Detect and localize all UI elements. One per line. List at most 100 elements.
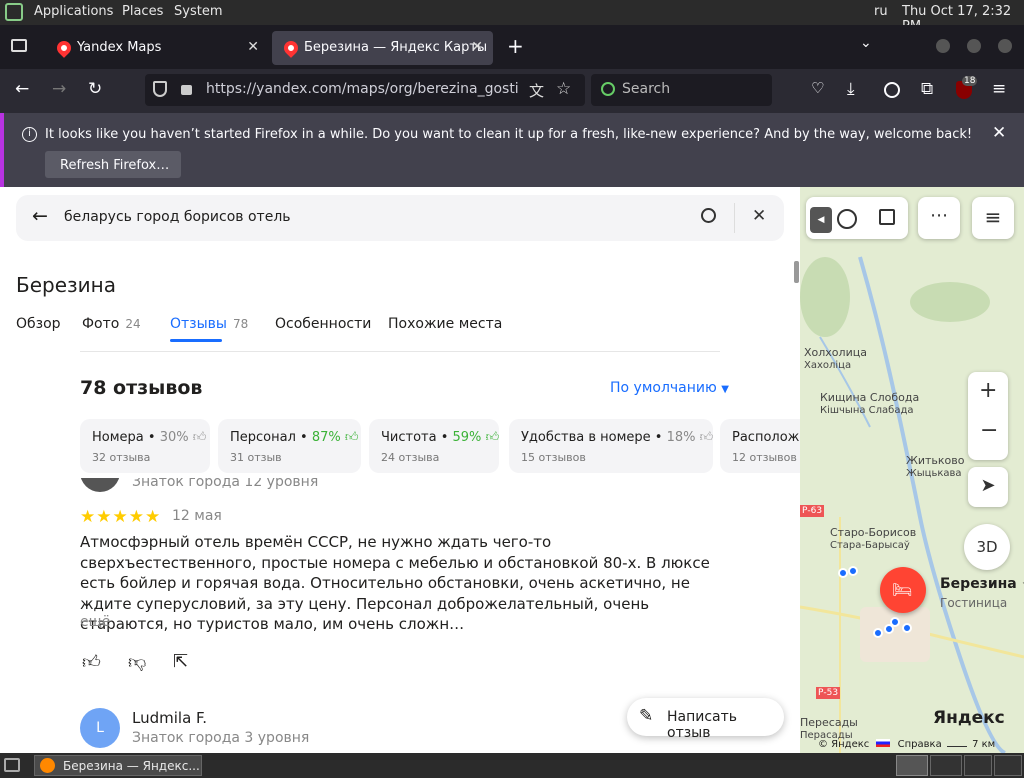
search-query-input[interactable]: беларусь город борисов отель: [64, 209, 291, 225]
forward-arrow-icon[interactable]: →: [52, 79, 66, 99]
tab-similar-places[interactable]: Похожие места: [388, 316, 502, 332]
tab-reviews[interactable]: Отзывы 78: [170, 316, 248, 332]
tab-close-icon[interactable]: ✕: [247, 39, 259, 55]
help-link[interactable]: Справка: [898, 739, 942, 750]
new-tab-icon[interactable]: +: [507, 34, 524, 58]
search-bar[interactable]: Search: [591, 74, 772, 106]
aspect-count: 12 отзывов: [732, 451, 797, 464]
workspace-switcher[interactable]: [930, 755, 962, 776]
apps-icon[interactable]: [5, 3, 23, 21]
review-date: 12 мая: [172, 508, 222, 524]
menu-places[interactable]: Places: [122, 4, 163, 19]
aspect-name: Номера: [92, 430, 144, 445]
sort-dropdown[interactable]: По умолчанию ▼: [610, 380, 729, 396]
scrollbar[interactable]: [794, 261, 799, 283]
clear-search-icon[interactable]: ✕: [752, 206, 766, 226]
review-author-level: Знаток города 12 уровня: [132, 478, 319, 490]
tab-close-icon[interactable]: ✕: [471, 39, 483, 55]
map-view[interactable]: Холхолица Хахолiца Кищина Слобода Кішчына …: [800, 187, 1024, 753]
avatar[interactable]: L: [80, 708, 120, 748]
review-author-name[interactable]: Ludmila F.: [132, 709, 207, 727]
map-search-bar[interactable]: ← беларусь город борисов отель ✕: [16, 195, 784, 241]
map-menu-button[interactable]: ≡: [972, 197, 1014, 239]
map-label-zhitkovo: Житьково Жыцькава: [906, 454, 965, 480]
tab-features[interactable]: Особенности: [275, 316, 371, 332]
review-more-link[interactable]: ещё: [80, 614, 110, 630]
search-input[interactable]: Search: [622, 81, 670, 97]
window-maximize-icon[interactable]: [967, 39, 981, 53]
hotel-marker[interactable]: [873, 628, 883, 638]
tab-label: Обзор: [16, 316, 61, 332]
menu-hamburger-icon[interactable]: ≡: [992, 79, 1006, 99]
my-location-button[interactable]: ➤: [968, 467, 1008, 507]
notification-close-icon[interactable]: ✕: [992, 123, 1006, 143]
scale-bar: [946, 746, 967, 747]
place-type: Гостиница: [940, 596, 1008, 610]
copyright[interactable]: © Яндекс: [818, 739, 869, 750]
taskbar-window-button[interactable]: Березина — Яндекс...: [34, 755, 202, 776]
lock-icon[interactable]: [181, 85, 192, 95]
downloads-icon[interactable]: ⤓: [847, 79, 855, 99]
show-desktop-icon[interactable]: [4, 758, 20, 772]
hotel-marker[interactable]: [902, 623, 912, 633]
zoom-in-icon[interactable]: +: [979, 378, 997, 403]
place-label[interactable]: Березина ★ 5 Гостиница: [940, 573, 1024, 611]
account-icon[interactable]: [884, 82, 900, 98]
zoom-out-icon[interactable]: −: [980, 418, 998, 443]
tab-yandex-maps[interactable]: Yandex Maps ✕: [45, 31, 269, 65]
like-icon[interactable]: 👍︎: [82, 651, 101, 673]
more-options-button[interactable]: ⋯: [918, 197, 960, 239]
map-layers-icon[interactable]: [837, 209, 857, 229]
dislike-icon[interactable]: 👎︎: [128, 651, 146, 673]
3d-button[interactable]: 3D: [964, 524, 1010, 570]
menu-applications[interactable]: Applications: [34, 4, 113, 19]
avatar: [80, 478, 120, 492]
aspect-percent: 18%: [666, 430, 696, 445]
keyboard-indicator[interactable]: ru: [874, 4, 888, 19]
aspect-chip-rooms[interactable]: Номера • 30% 👍︎ 32 отзыва: [80, 419, 210, 473]
refresh-firefox-button[interactable]: Refresh Firefox…: [45, 151, 181, 178]
aspect-chip-location[interactable]: Расположе 12 отзывов: [720, 419, 800, 473]
hotel-marker[interactable]: [838, 568, 848, 578]
tab-list-chevron-icon[interactable]: ⌄: [860, 35, 872, 51]
thumb-up-icon: 👍︎: [344, 430, 359, 445]
translate-icon[interactable]: 文: [529, 80, 544, 101]
pocket-icon[interactable]: ♡: [811, 79, 824, 97]
search-icon[interactable]: [701, 208, 716, 223]
shield-icon[interactable]: [153, 81, 167, 97]
taskbar: Березина — Яндекс...: [0, 753, 1024, 778]
reload-icon[interactable]: ↻: [88, 79, 102, 99]
url-bar[interactable]: https://yandex.com/maps/org/berezina_gos…: [145, 74, 585, 106]
aspect-chip-staff[interactable]: Персонал • 87% 👍︎ 31 отзыв: [218, 419, 361, 473]
hotel-marker[interactable]: [890, 617, 900, 627]
tab-overview[interactable]: Обзор: [16, 316, 61, 332]
aspect-chip-cleanliness[interactable]: Чистота • 59% 👍︎ 24 отзыва: [369, 419, 499, 473]
extensions-icon[interactable]: ⧉: [921, 79, 933, 99]
url-text[interactable]: https://yandex.com/maps/org/berezina_gos…: [206, 81, 518, 97]
russia-flag-icon[interactable]: [876, 739, 891, 747]
bookmark-star-icon[interactable]: ☆: [556, 79, 571, 99]
back-arrow-icon[interactable]: ←: [15, 79, 29, 99]
tab-photos[interactable]: Фото 24: [82, 316, 141, 332]
tab-berezina[interactable]: Березина — Яндекс Карты ✕: [272, 31, 493, 65]
share-icon[interactable]: ⇱: [173, 651, 188, 672]
hotel-marker[interactable]: [848, 566, 858, 576]
workspace-switcher[interactable]: [994, 755, 1022, 776]
window-minimize-icon[interactable]: [936, 39, 950, 53]
tab-label: Фото: [82, 316, 120, 332]
collapse-panel-icon[interactable]: ◀: [810, 207, 832, 233]
panorama-icon[interactable]: [879, 209, 895, 225]
menu-system[interactable]: System: [174, 4, 222, 19]
thumb-up-icon: 👍︎: [192, 430, 207, 445]
aspect-chip-room-amenities[interactable]: Удобства в номере • 18% 👍︎ 15 отзывов: [509, 419, 713, 473]
selected-place-pin[interactable]: 🛏︎: [880, 567, 926, 613]
info-icon: i: [22, 127, 37, 142]
map-label-kishchina: Кищина Слобода Кішчына Слабада: [820, 391, 920, 417]
write-review-button[interactable]: ✎ Написать отзыв: [627, 698, 784, 741]
workspace-switcher[interactable]: [964, 755, 992, 776]
workspace-switcher[interactable]: [896, 755, 928, 776]
back-arrow-icon[interactable]: ←: [32, 205, 48, 227]
aspect-count: 15 отзывов: [521, 451, 586, 464]
window-close-icon[interactable]: [998, 39, 1012, 53]
tab-overview-icon[interactable]: [11, 39, 27, 52]
